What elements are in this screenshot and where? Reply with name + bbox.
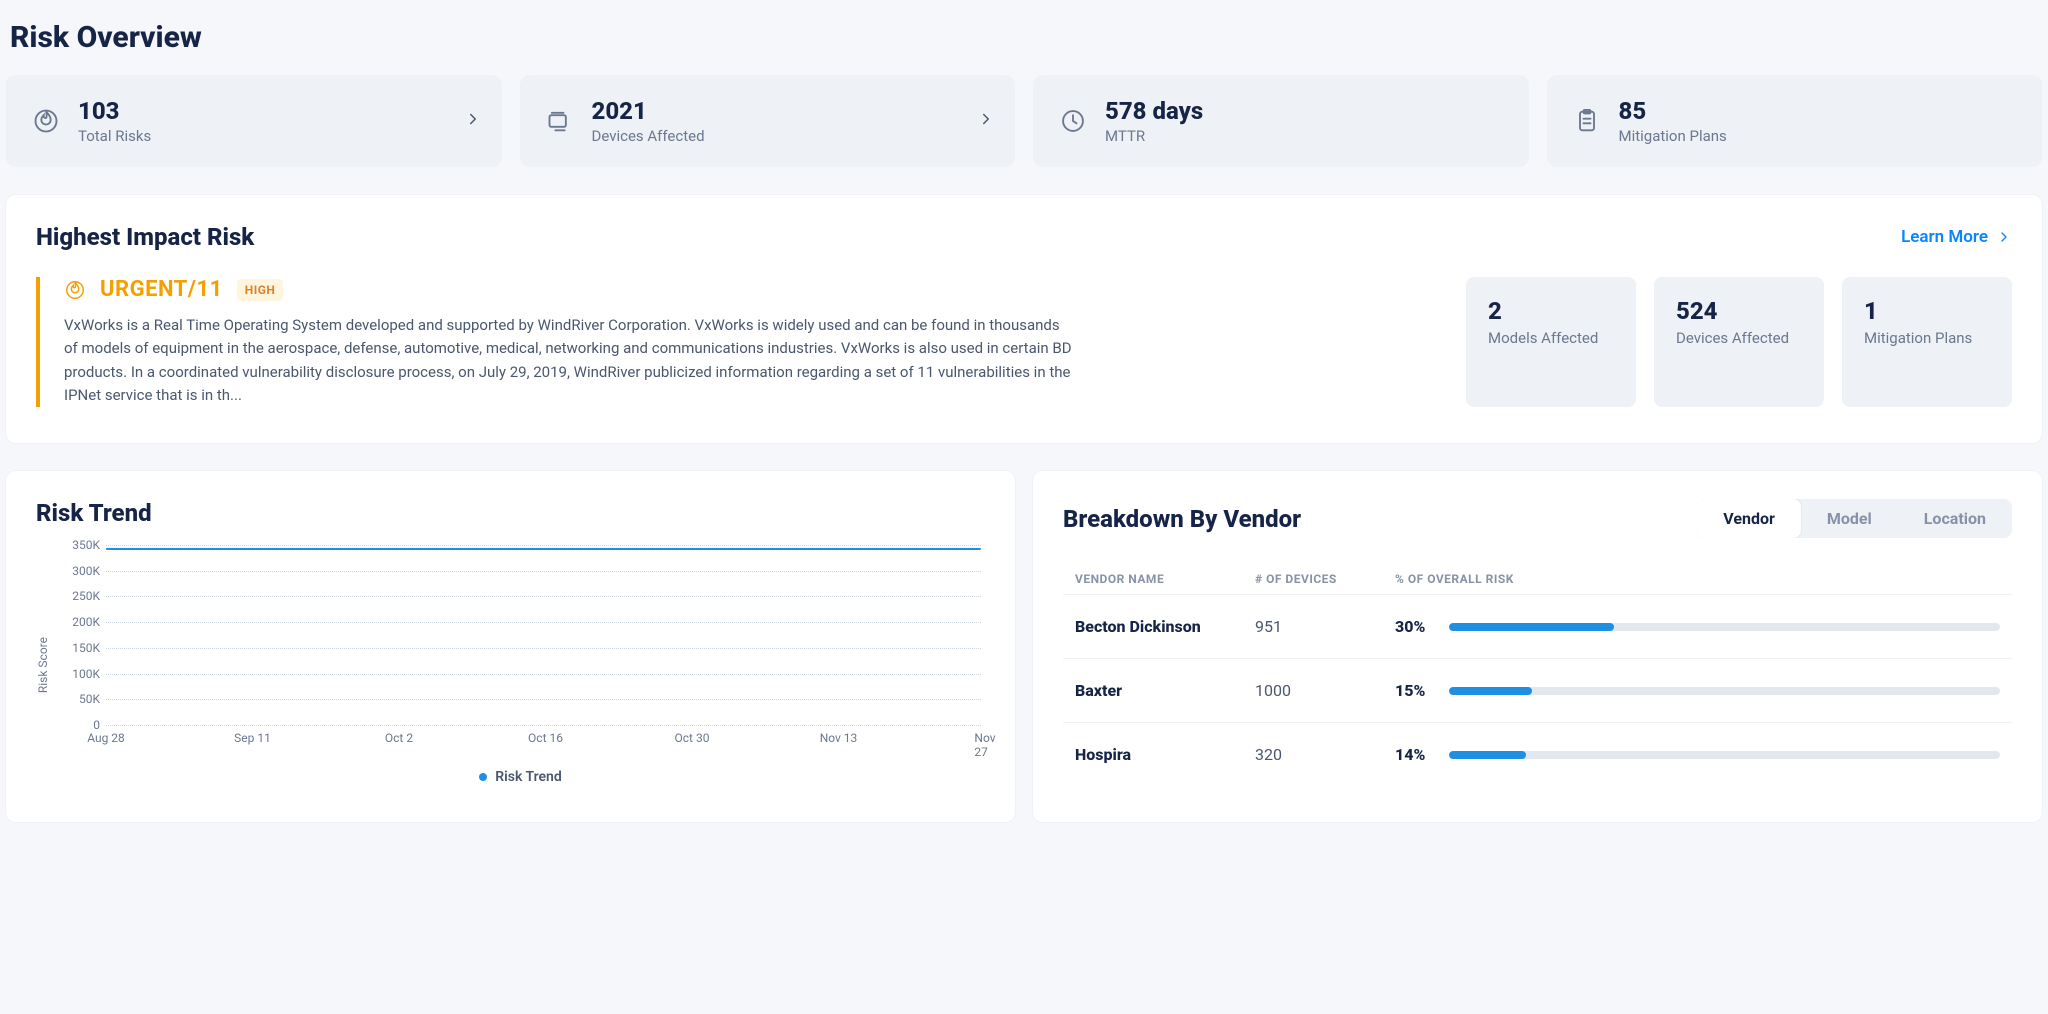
- chart-gridline: 200K: [106, 622, 981, 623]
- metric-devices-affected: 524 Devices Affected: [1654, 277, 1824, 407]
- chart-gridline: 300K: [106, 571, 981, 572]
- stat-label: Total Risks: [78, 127, 151, 145]
- vendor-devices: 951: [1255, 617, 1395, 636]
- vendor-devices: 320: [1255, 745, 1395, 764]
- metric-label: Mitigation Plans: [1864, 329, 1990, 347]
- metric-label: Models Affected: [1488, 329, 1614, 347]
- devices-icon: [546, 107, 574, 135]
- stat-value: 578 days: [1105, 97, 1203, 125]
- fire-icon: [32, 107, 60, 135]
- metric-value: 1: [1864, 297, 1990, 325]
- chart-x-tick: Sep 11: [234, 731, 271, 745]
- chart-line: [106, 548, 981, 550]
- risk-trend-title: Risk Trend: [36, 499, 152, 527]
- pct-bar-track: [1449, 623, 2000, 631]
- chart-y-tick: 350K: [56, 538, 100, 552]
- chevron-right-icon: [464, 110, 482, 132]
- table-row[interactable]: Hospira32014%: [1063, 722, 2012, 786]
- chart-y-tick: 300K: [56, 564, 100, 578]
- chart-y-axis-label: Risk Score: [36, 637, 50, 693]
- stat-card-mttr: 578 days MTTR: [1033, 75, 1529, 167]
- vendor-name: Becton Dickinson: [1075, 617, 1255, 636]
- chart-gridline: 100K: [106, 674, 981, 675]
- highest-impact-panel: Highest Impact Risk Learn More URGENT/11…: [6, 195, 2042, 443]
- chart-gridline: 150K: [106, 648, 981, 649]
- chart-y-tick: 0: [56, 718, 100, 732]
- stat-label: Devices Affected: [592, 127, 705, 145]
- pct-bar: [1449, 623, 1614, 631]
- risk-name: URGENT/11: [100, 277, 223, 302]
- severity-badge: HIGH: [237, 279, 284, 301]
- clock-icon: [1059, 107, 1087, 135]
- stat-label: MTTR: [1105, 127, 1203, 145]
- vendor-name: Baxter: [1075, 681, 1255, 700]
- chart-x-tick: Oct 30: [675, 731, 710, 745]
- tab-location[interactable]: Location: [1898, 499, 2012, 538]
- chart-x-axis: Aug 28Sep 11Oct 2Oct 16Oct 30Nov 13Nov 2…: [106, 731, 985, 751]
- stat-label: Mitigation Plans: [1619, 127, 1727, 145]
- risk-trend-panel: Risk Trend Risk Score 350K 300K 250K 200K 15…: [6, 471, 1015, 822]
- pct-bar-track: [1449, 687, 2000, 695]
- metric-mitigation-plans: 1 Mitigation Plans: [1842, 277, 2012, 407]
- tab-vendor[interactable]: Vendor: [1697, 499, 1801, 538]
- vendor-pct: 15%: [1395, 681, 1437, 700]
- chart-x-tick: Aug 28: [87, 731, 125, 745]
- table-row[interactable]: Becton Dickinson95130%: [1063, 594, 2012, 658]
- stat-card-devices-affected[interactable]: 2021 Devices Affected: [520, 75, 1016, 167]
- vendor-pct: 14%: [1395, 745, 1437, 764]
- chart-gridline: 350K: [106, 545, 981, 546]
- metric-value: 2: [1488, 297, 1614, 325]
- chart-gridline: 250K: [106, 596, 981, 597]
- stat-card-mitigation-plans: 85 Mitigation Plans: [1547, 75, 2043, 167]
- chart-x-tick: Nov 27: [974, 731, 995, 759]
- col-devices: # OF DEVICES: [1255, 572, 1395, 586]
- chart-x-tick: Nov 13: [820, 731, 858, 745]
- vendor-name: Hospira: [1075, 745, 1255, 764]
- page-title: Risk Overview: [10, 20, 2042, 55]
- chart-gridline: 50K: [106, 699, 981, 700]
- highest-impact-metrics: 2 Models Affected 524 Devices Affected 1…: [1466, 277, 2012, 407]
- chevron-right-icon: [1996, 229, 2012, 245]
- breakdown-panel: Breakdown By Vendor VendorModelLocation …: [1033, 471, 2042, 822]
- chart-y-tick: 250K: [56, 589, 100, 603]
- breakdown-table-header: VENDOR NAME # OF DEVICES % OF OVERALL RI…: [1063, 564, 2012, 594]
- stat-row: 103 Total Risks 2021 Devices Affected 57…: [6, 75, 2042, 167]
- tab-model[interactable]: Model: [1801, 499, 1898, 538]
- highest-impact-summary: URGENT/11 HIGH VxWorks is a Real Time Op…: [36, 277, 1440, 407]
- stat-value: 2021: [592, 97, 705, 125]
- metric-models-affected: 2 Models Affected: [1466, 277, 1636, 407]
- pct-bar: [1449, 687, 1532, 695]
- risk-description: VxWorks is a Real Time Operating System …: [64, 314, 1074, 407]
- chart-y-tick: 150K: [56, 641, 100, 655]
- vendor-devices: 1000: [1255, 681, 1395, 700]
- chevron-right-icon: [977, 110, 995, 132]
- pct-bar: [1449, 751, 1526, 759]
- highest-impact-title: Highest Impact Risk: [36, 223, 254, 251]
- clipboard-icon: [1573, 107, 1601, 135]
- stat-value: 103: [78, 97, 151, 125]
- breakdown-tabs: VendorModelLocation: [1697, 499, 2012, 538]
- col-risk-pct: % OF OVERALL RISK: [1395, 572, 2000, 586]
- stat-card-total-risks[interactable]: 103 Total Risks: [6, 75, 502, 167]
- fire-icon: [64, 279, 86, 301]
- learn-more-label: Learn More: [1901, 227, 1988, 247]
- chart-gridline: 0: [106, 725, 981, 726]
- metric-value: 524: [1676, 297, 1802, 325]
- metric-label: Devices Affected: [1676, 329, 1802, 347]
- table-row[interactable]: Baxter100015%: [1063, 658, 2012, 722]
- stat-value: 85: [1619, 97, 1727, 125]
- learn-more-link[interactable]: Learn More: [1901, 227, 2012, 247]
- chart-y-tick: 200K: [56, 615, 100, 629]
- vendor-pct: 30%: [1395, 617, 1437, 636]
- breakdown-title: Breakdown By Vendor: [1063, 505, 1301, 533]
- col-vendor-name: VENDOR NAME: [1075, 572, 1255, 586]
- chart-legend: Risk Trend: [56, 769, 985, 785]
- risk-trend-chart: 350K 300K 250K 200K 150K 100K 50K 0: [56, 545, 985, 725]
- chart-y-tick: 50K: [56, 692, 100, 706]
- chart-x-tick: Oct 16: [528, 731, 563, 745]
- chart-x-tick: Oct 2: [385, 731, 413, 745]
- pct-bar-track: [1449, 751, 2000, 759]
- chart-y-tick: 100K: [56, 667, 100, 681]
